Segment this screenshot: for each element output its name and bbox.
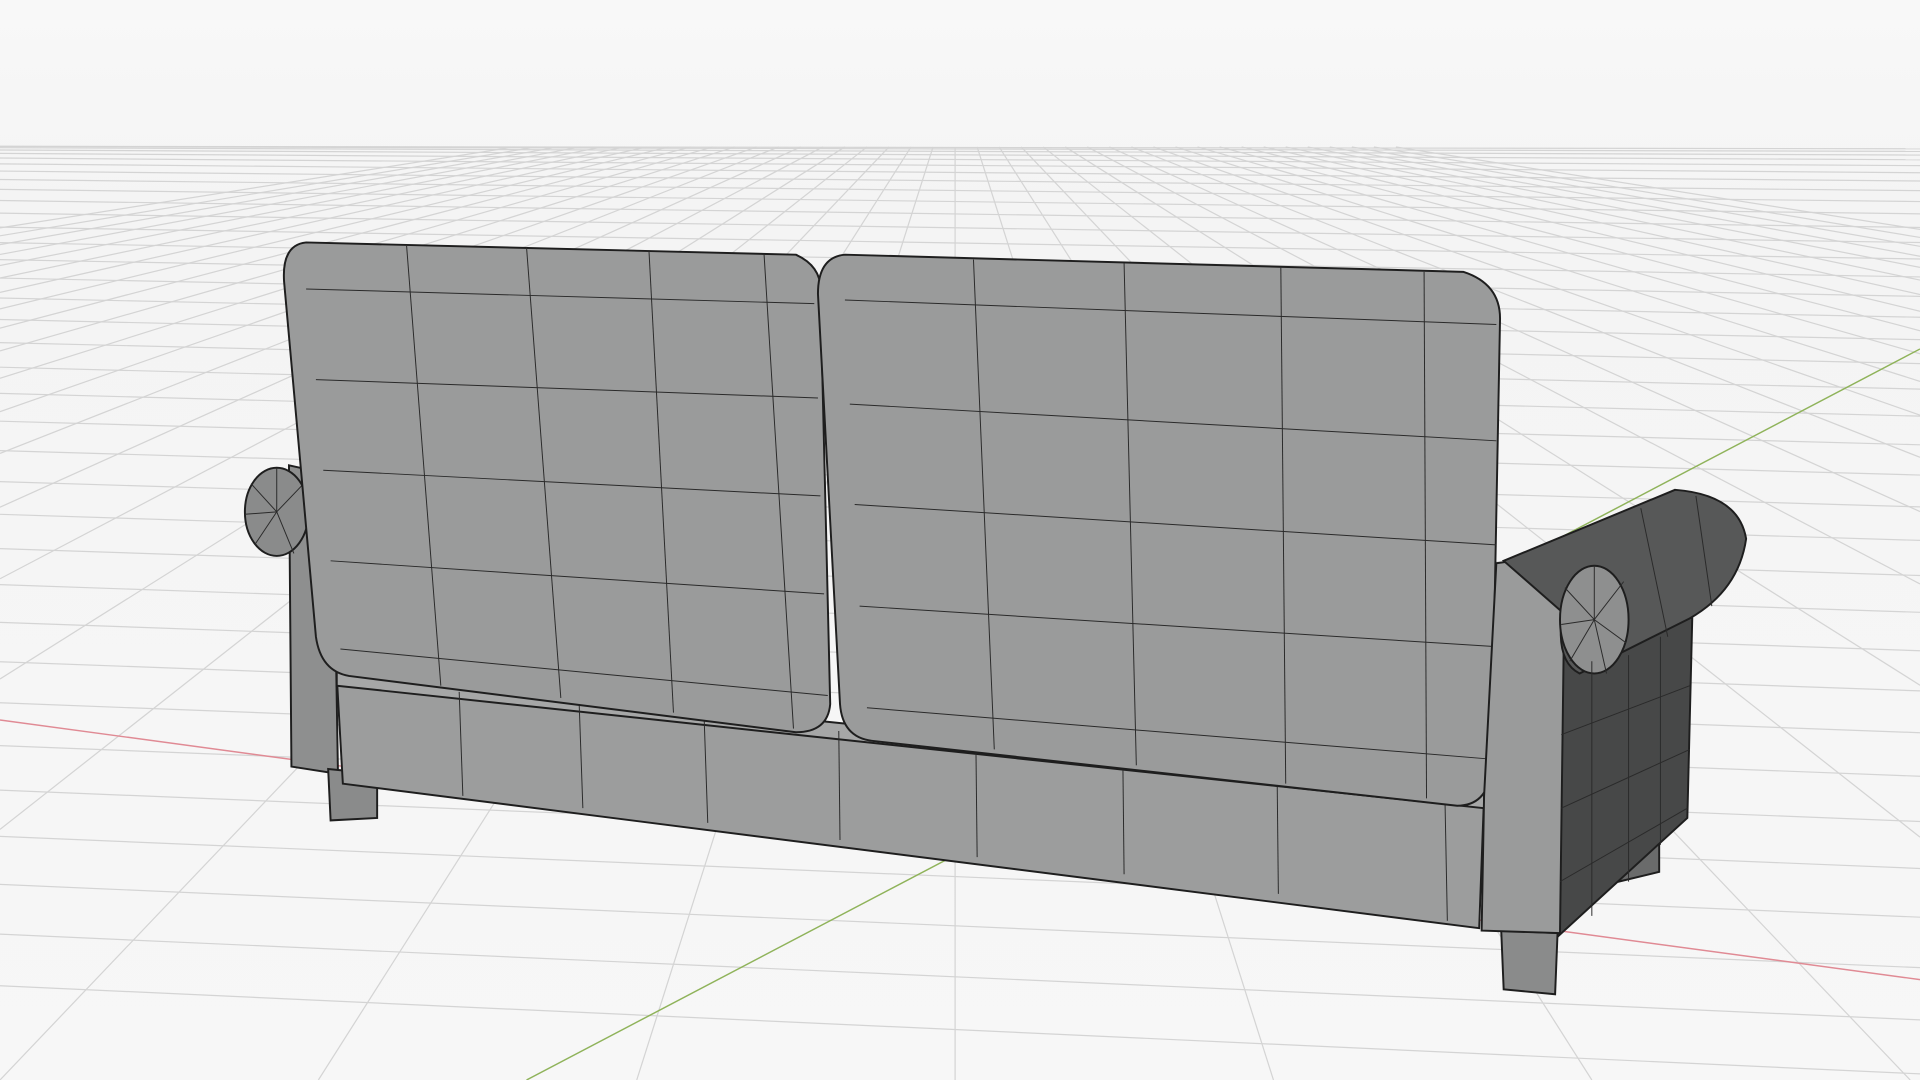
left-back-cushion (282, 241, 832, 734)
right-back-cushion (816, 253, 1501, 807)
right-arm-front (1480, 552, 1566, 935)
leg-front-right (1500, 929, 1559, 996)
3d-viewport[interactable] (0, 0, 1920, 1080)
